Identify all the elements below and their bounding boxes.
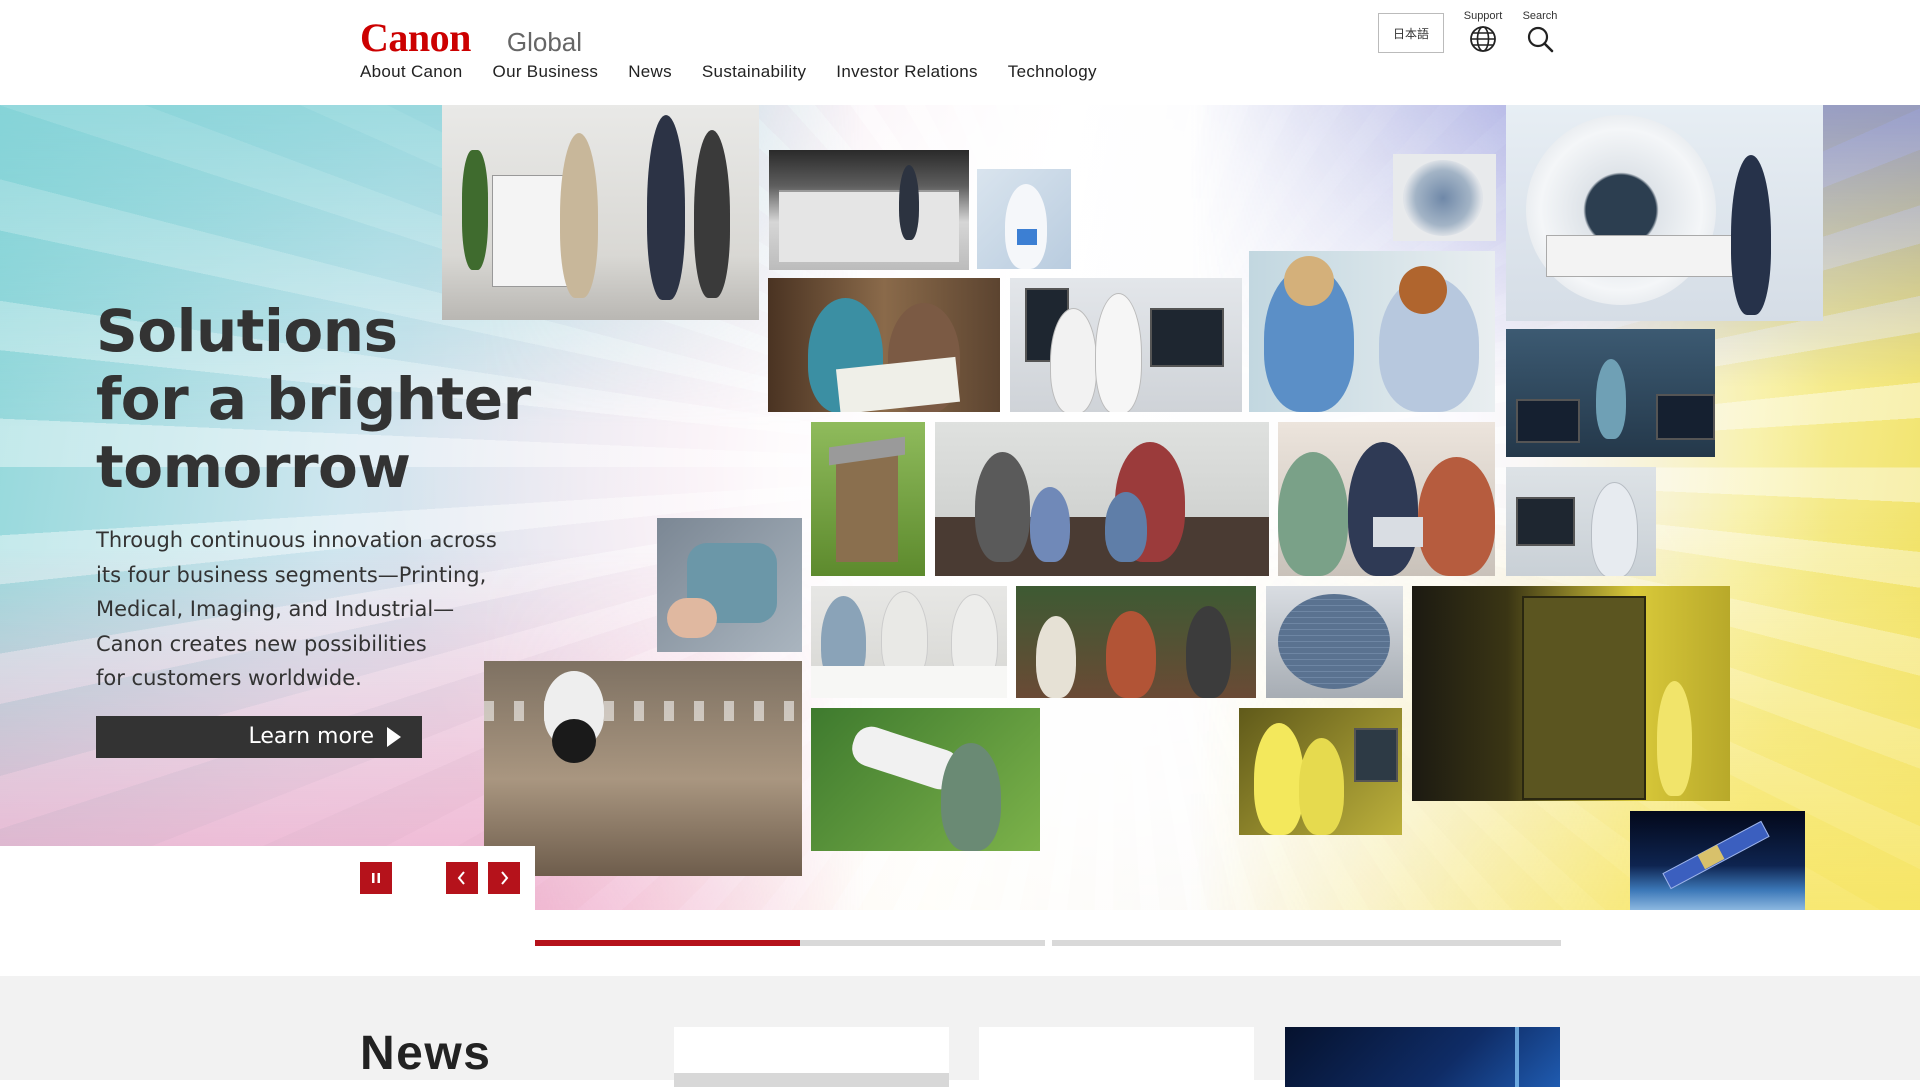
chevron-right-icon (501, 871, 509, 885)
nav-item-investor-relations[interactable]: Investor Relations (836, 62, 977, 82)
hero-description: Through continuous innovation across its… (96, 528, 497, 690)
site-header: Canon Global About Canon Our Business Ne… (0, 0, 1920, 105)
pause-button[interactable] (360, 862, 392, 894)
learn-more-label: Learn more (248, 724, 374, 749)
next-slide-button[interactable] (488, 862, 520, 894)
slide-progress-fill (535, 940, 801, 946)
pause-icon (372, 873, 380, 883)
photo-students-tablet (1278, 422, 1495, 576)
photo-3d-printed-part (657, 518, 802, 652)
canon-logo[interactable]: Canon (360, 14, 471, 61)
chevron-left-icon (457, 871, 465, 885)
photo-semiconductor-equipment (1412, 586, 1730, 801)
news-card-1[interactable] (674, 1027, 949, 1087)
support-label: Support (1463, 10, 1503, 22)
photo-couple-newspaper (768, 278, 1000, 412)
photo-office-printer (442, 105, 759, 320)
search-icon (1527, 26, 1554, 53)
search-label: Search (1522, 10, 1558, 22)
logo-area: Canon Global (360, 14, 582, 61)
hero-slider: Solutions for a brighter tomorrow Throug… (0, 105, 1920, 910)
learn-more-button[interactable]: Learn more (96, 715, 422, 758)
news-heading: News (360, 1027, 492, 1080)
photo-meeting-cameras (811, 586, 1007, 698)
nav-item-about-canon[interactable]: About Canon (360, 62, 463, 82)
play-triangle-icon (387, 726, 401, 747)
slide-indicator-1[interactable] (535, 940, 1045, 946)
main-nav: About Canon Our Business News Sustainabi… (360, 62, 1127, 82)
nav-item-our-business[interactable]: Our Business (493, 62, 599, 82)
photo-inspection-robot (1393, 154, 1496, 241)
photo-researcher-computer (1506, 467, 1656, 576)
slide-indicator-2[interactable] (1052, 940, 1561, 946)
photo-lab-scientist (977, 169, 1071, 269)
photo-silicon-wafer (1266, 586, 1403, 698)
photo-family-sofa (935, 422, 1269, 576)
photo-photographer-telephoto (811, 708, 1040, 851)
previous-slide-button[interactable] (446, 862, 478, 894)
globe-icon (1470, 26, 1496, 52)
nav-item-sustainability[interactable]: Sustainability (702, 62, 806, 82)
photo-researchers-monitors (1010, 278, 1242, 412)
nav-item-technology[interactable]: Technology (1008, 62, 1097, 82)
search-link[interactable]: Search (1515, 10, 1565, 58)
hero-text-block: Solutions for a brighter tomorrow Throug… (96, 297, 531, 758)
photo-cleanroom-workers (1239, 708, 1402, 835)
photo-operating-room (1506, 329, 1715, 457)
photo-satellite-earth (1630, 811, 1805, 910)
photo-production-printer (769, 150, 969, 270)
nav-item-news[interactable]: News (628, 62, 672, 82)
photo-security-camera-station (484, 661, 802, 876)
language-switch-button[interactable]: 日本語 (1378, 13, 1444, 53)
news-card-3[interactable] (1285, 1027, 1560, 1087)
photo-birdhouse (811, 422, 925, 576)
photo-nurse-patient (1249, 251, 1495, 412)
hero-title: Solutions for a brighter tomorrow (96, 297, 531, 501)
photo-musicians-filming (1016, 586, 1256, 698)
site-name[interactable]: Global (507, 27, 582, 58)
photo-mri-scanner (1506, 105, 1823, 321)
news-card-2[interactable] (979, 1027, 1254, 1087)
support-link[interactable]: Support (1458, 10, 1508, 58)
news-section (0, 976, 1920, 1080)
